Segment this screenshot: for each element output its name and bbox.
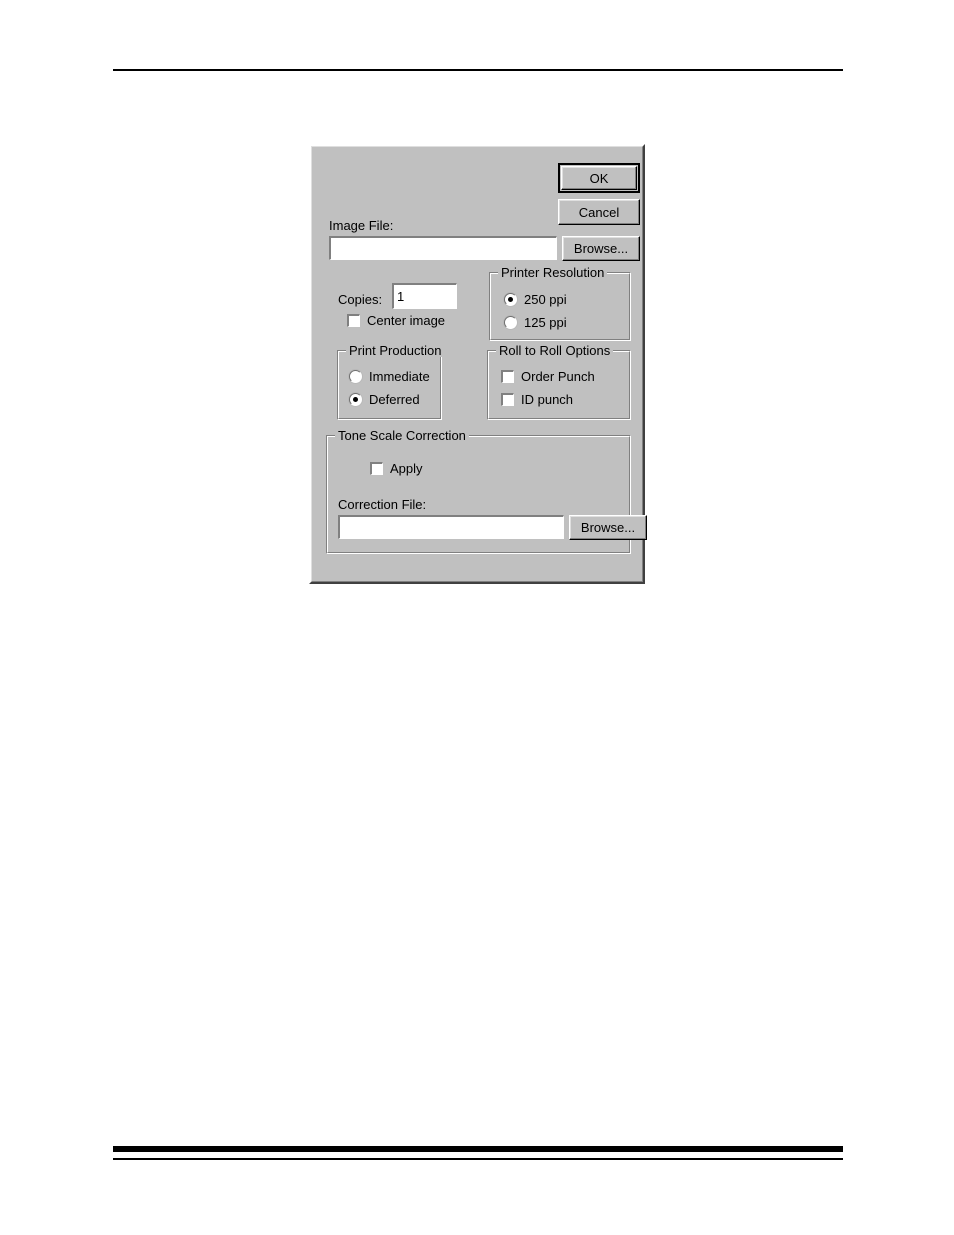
dialog-client-area: OK Cancel Image File: Browse... Copies: …: [311, 146, 647, 582]
id-punch-checkbox-label: ID punch: [521, 392, 574, 407]
radio-immediate[interactable]: Immediate: [349, 370, 430, 383]
radio-125-ppi-dot[interactable]: [504, 316, 517, 329]
image-file-input[interactable]: [329, 236, 557, 260]
cancel-button-label: Cancel: [578, 204, 620, 220]
tone-scale-correction-group: Tone Scale Correction Apply Correction F…: [326, 429, 647, 554]
roll-to-roll-options-group-title: Roll to Roll Options: [496, 344, 614, 357]
id-punch-checkbox-box[interactable]: [501, 393, 514, 406]
correction-file-label: Correction File:: [338, 497, 427, 512]
browse-correction-file-label: Browse...: [580, 520, 636, 535]
roll-to-roll-options-group-inner-bevel: [488, 351, 630, 419]
radio-250-ppi-label: 250 ppi: [524, 292, 567, 307]
radio-immediate-dot[interactable]: [349, 370, 362, 383]
order-punch-checkbox-label: Order Punch: [521, 369, 595, 384]
browse-image-file-button[interactable]: Browse...: [562, 236, 640, 261]
radio-deferred-label: Deferred: [369, 392, 420, 407]
cancel-button[interactable]: Cancel: [558, 199, 640, 225]
print-image-dialog: OK Cancel Image File: Browse... Copies: …: [309, 144, 647, 584]
radio-125-ppi-label: 125 ppi: [524, 315, 567, 330]
printer-resolution-group-title: Printer Resolution: [498, 266, 608, 279]
apply-tone-scale-checkbox[interactable]: Apply: [370, 462, 423, 475]
printer-resolution-group: Printer Resolution 250 ppi 125 ppi: [489, 266, 631, 341]
browse-correction-file-button[interactable]: Browse...: [569, 515, 647, 540]
id-punch-checkbox[interactable]: ID punch: [501, 393, 573, 406]
center-image-checkbox-box[interactable]: [347, 314, 360, 327]
center-image-checkbox[interactable]: Center image: [347, 314, 445, 327]
center-image-checkbox-label: Center image: [367, 313, 446, 328]
ok-button-label: OK: [589, 170, 609, 186]
page-footer-rule-thick: [113, 1146, 843, 1152]
tone-scale-correction-group-title: Tone Scale Correction: [335, 429, 469, 442]
apply-tone-scale-checkbox-box[interactable]: [370, 462, 383, 475]
order-punch-checkbox-box[interactable]: [501, 370, 514, 383]
page-header-rule: [113, 69, 843, 71]
radio-deferred-dot[interactable]: [349, 393, 362, 406]
browse-image-file-label: Browse...: [573, 241, 629, 256]
print-production-group-title: Print Production: [346, 344, 445, 357]
page-footer-rule-thin: [113, 1158, 843, 1160]
apply-tone-scale-checkbox-label: Apply: [390, 461, 423, 476]
radio-immediate-label: Immediate: [369, 369, 430, 384]
radio-125-ppi[interactable]: 125 ppi: [504, 316, 567, 329]
radio-250-ppi-dot[interactable]: [504, 293, 517, 306]
image-file-label: Image File:: [329, 218, 394, 233]
radio-deferred[interactable]: Deferred: [349, 393, 420, 406]
print-production-group-inner-bevel: [338, 351, 441, 419]
radio-250-ppi[interactable]: 250 ppi: [504, 293, 567, 306]
order-punch-checkbox[interactable]: Order Punch: [501, 370, 595, 383]
print-production-group: Print Production Immediate Deferred: [337, 344, 445, 420]
ok-button[interactable]: OK: [561, 166, 637, 190]
correction-file-input[interactable]: [338, 515, 564, 539]
copies-label: Copies:: [338, 292, 383, 307]
roll-to-roll-options-group: Roll to Roll Options Order Punch ID punc…: [487, 344, 631, 420]
copies-input[interactable]: 1: [392, 283, 457, 309]
